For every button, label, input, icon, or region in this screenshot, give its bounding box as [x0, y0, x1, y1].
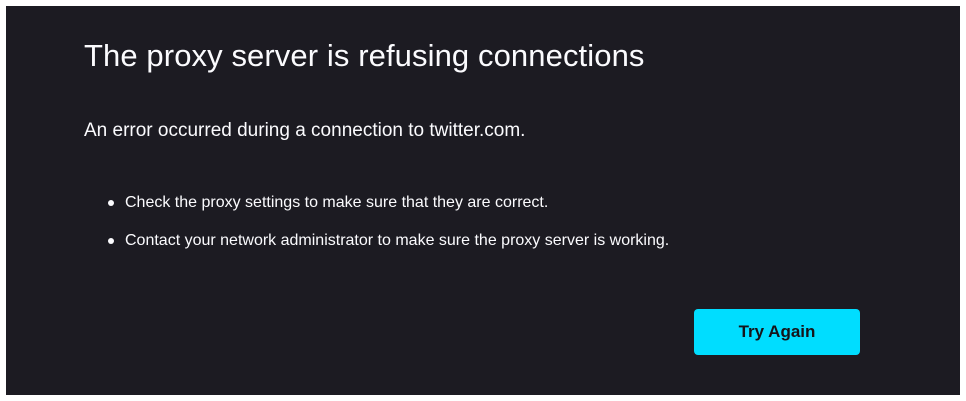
try-again-button[interactable]: Try Again	[694, 309, 860, 355]
suggestion-item-proxy-settings: Check the proxy settings to make sure th…	[84, 192, 669, 230]
suggestion-list: Check the proxy settings to make sure th…	[84, 192, 669, 268]
error-description: An error occurred during a connection to…	[84, 120, 526, 141]
bullet-icon	[108, 238, 114, 244]
error-title: The proxy server is refusing connections	[84, 38, 645, 73]
proxy-error-panel: The proxy server is refusing connections…	[6, 6, 960, 395]
suggestion-item-network-administrator: Contact your network administrator to ma…	[84, 230, 669, 268]
bullet-icon	[108, 200, 114, 206]
browser-page: The proxy server is refusing connections…	[0, 0, 966, 401]
suggestion-text: Contact your network administrator to ma…	[125, 232, 670, 249]
suggestion-text: Check the proxy settings to make sure th…	[125, 194, 549, 211]
